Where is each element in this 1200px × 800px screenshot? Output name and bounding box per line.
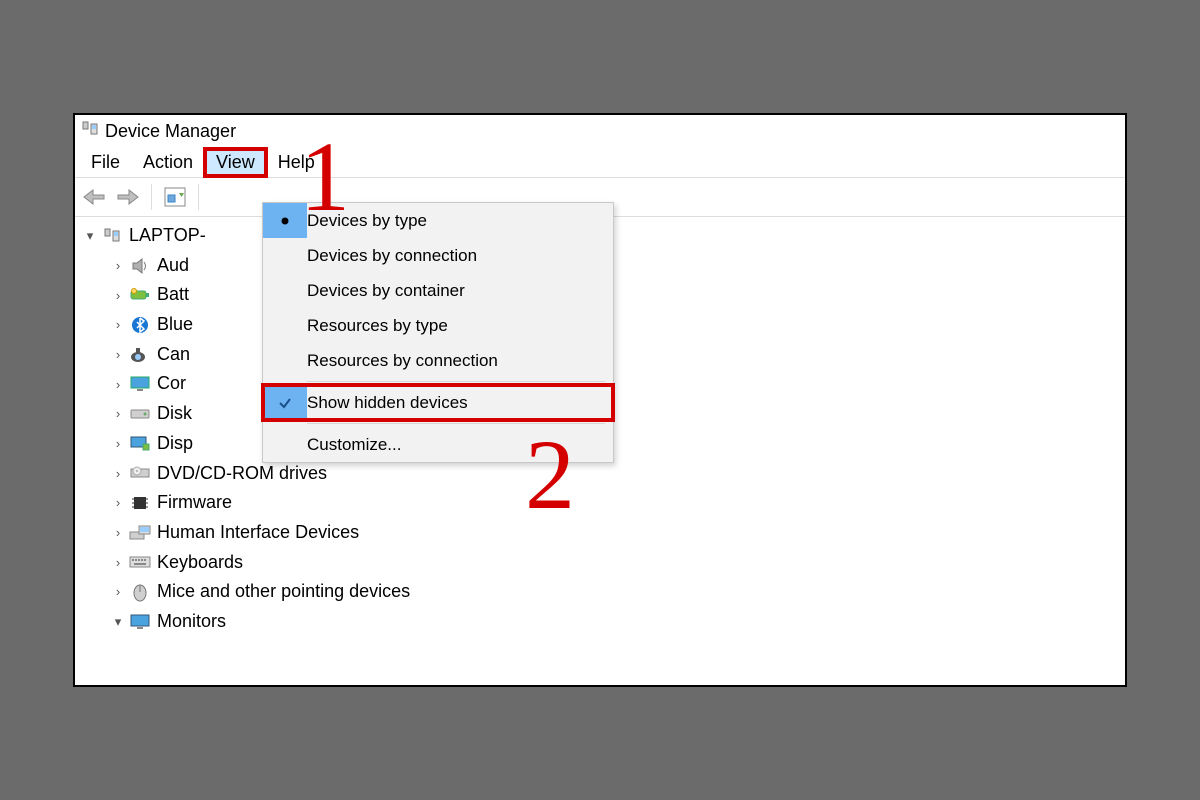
chevron-right-icon[interactable]: › bbox=[109, 552, 127, 573]
bluetooth-icon bbox=[129, 314, 151, 336]
tree-item-firmware[interactable]: › Firmware bbox=[109, 488, 1125, 518]
menu-view[interactable]: View bbox=[206, 150, 265, 175]
menu-item-label: Devices by type bbox=[307, 211, 427, 231]
tree-item-label: Firmware bbox=[157, 488, 232, 518]
menu-show-hidden-devices[interactable]: Show hidden devices bbox=[263, 385, 613, 420]
chevron-right-icon[interactable]: › bbox=[109, 255, 127, 276]
menu-item-label: Customize... bbox=[307, 435, 401, 455]
display-adapter-icon bbox=[129, 433, 151, 455]
menu-item-label: Show hidden devices bbox=[307, 393, 468, 413]
menu-separator bbox=[307, 381, 605, 382]
menu-resources-by-connection[interactable]: Resources by connection bbox=[263, 343, 613, 378]
forward-button[interactable] bbox=[113, 182, 143, 212]
tree-item-mice[interactable]: › Mice and other pointing devices bbox=[109, 577, 1125, 607]
device-manager-window: Device Manager File Action View Help bbox=[73, 113, 1127, 687]
checkmark-icon bbox=[263, 385, 307, 420]
window-title: Device Manager bbox=[105, 121, 236, 142]
toolbar-separator bbox=[198, 184, 199, 210]
menu-customize[interactable]: Customize... bbox=[263, 427, 613, 462]
toolbar-separator bbox=[151, 184, 152, 210]
menubar: File Action View Help bbox=[75, 147, 1125, 177]
chevron-right-icon[interactable]: › bbox=[109, 403, 127, 424]
menu-item-label: Devices by container bbox=[307, 281, 465, 301]
dvd-icon bbox=[129, 462, 151, 484]
menu-item-label: Resources by connection bbox=[307, 351, 498, 371]
menu-file[interactable]: File bbox=[81, 150, 130, 175]
tree-item-label: Monitors bbox=[157, 607, 226, 637]
menu-devices-by-connection[interactable]: Devices by connection bbox=[263, 238, 613, 273]
tree-item-label: Keyboards bbox=[157, 548, 243, 578]
show-hide-tree-button[interactable] bbox=[160, 182, 190, 212]
speaker-icon bbox=[129, 255, 151, 277]
chevron-right-icon[interactable]: › bbox=[109, 463, 127, 484]
chevron-down-icon[interactable]: ▾ bbox=[109, 611, 127, 632]
hid-icon bbox=[129, 522, 151, 544]
tree-item-label: Human Interface Devices bbox=[157, 518, 359, 548]
device-manager-icon bbox=[81, 120, 99, 143]
tree-item-hid[interactable]: › Human Interface Devices bbox=[109, 518, 1125, 548]
tree-item-keyboards[interactable]: › Keyboards bbox=[109, 548, 1125, 578]
chevron-down-icon[interactable]: ▾ bbox=[81, 225, 99, 246]
chevron-right-icon[interactable]: › bbox=[109, 344, 127, 365]
chevron-right-icon[interactable]: › bbox=[109, 522, 127, 543]
menu-help[interactable]: Help bbox=[268, 150, 325, 175]
tree-item-label: Mice and other pointing devices bbox=[157, 577, 410, 607]
radio-dot-icon bbox=[263, 203, 307, 238]
menu-devices-by-container[interactable]: Devices by container bbox=[263, 273, 613, 308]
back-button[interactable] bbox=[79, 182, 109, 212]
computer-icon bbox=[101, 225, 123, 247]
menu-item-label: Devices by connection bbox=[307, 246, 477, 266]
mouse-icon bbox=[129, 581, 151, 603]
menu-action[interactable]: Action bbox=[133, 150, 203, 175]
chevron-right-icon[interactable]: › bbox=[109, 374, 127, 395]
disk-icon bbox=[129, 403, 151, 425]
view-menu-dropdown: Devices by type Devices by connection De… bbox=[262, 202, 614, 463]
camera-icon bbox=[129, 344, 151, 366]
chevron-right-icon[interactable]: › bbox=[109, 314, 127, 335]
chevron-right-icon[interactable]: › bbox=[109, 581, 127, 602]
keyboard-icon bbox=[129, 551, 151, 573]
menu-item-label: Resources by type bbox=[307, 316, 448, 336]
battery-icon bbox=[129, 284, 151, 306]
chevron-right-icon[interactable]: › bbox=[109, 433, 127, 454]
firmware-icon bbox=[129, 492, 151, 514]
titlebar: Device Manager bbox=[75, 115, 1125, 147]
menu-devices-by-type[interactable]: Devices by type bbox=[263, 203, 613, 238]
menu-separator bbox=[307, 423, 605, 424]
menu-resources-by-type[interactable]: Resources by type bbox=[263, 308, 613, 343]
monitor-icon bbox=[129, 373, 151, 395]
monitor-icon bbox=[129, 611, 151, 633]
chevron-right-icon[interactable]: › bbox=[109, 285, 127, 306]
tree-item-monitors[interactable]: ▾ Monitors bbox=[109, 607, 1125, 637]
chevron-right-icon[interactable]: › bbox=[109, 492, 127, 513]
